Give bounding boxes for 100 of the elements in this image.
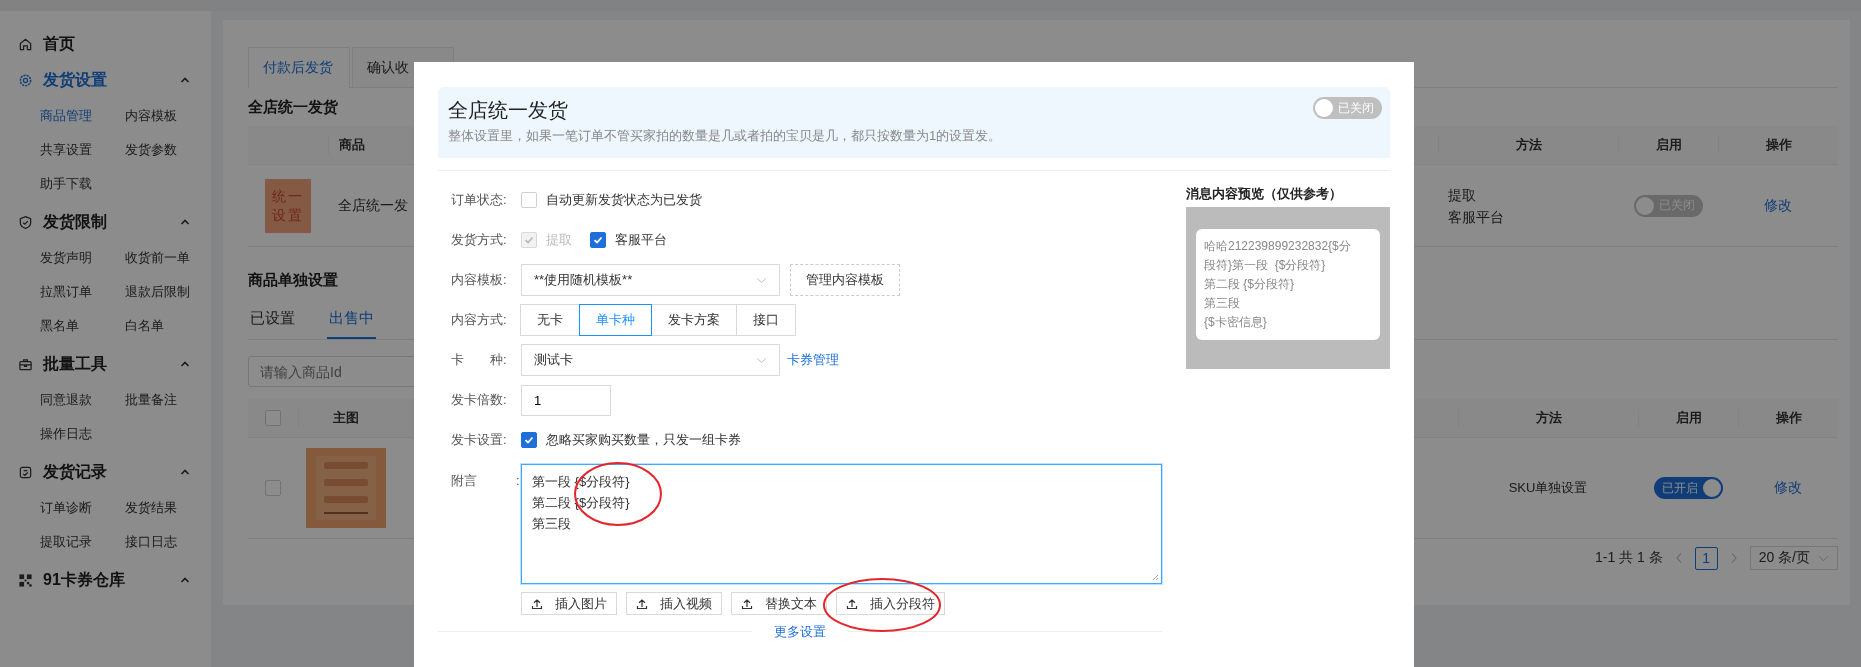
nav-item[interactable]: 发货结果 xyxy=(125,491,210,525)
chevron-icon xyxy=(180,77,190,83)
table-cell-text: SKU单独设置 xyxy=(1507,479,1589,497)
preview-line: {$卡密信息} xyxy=(1204,314,1268,331)
field-label: 内容方式: xyxy=(451,311,508,329)
insert-button[interactable]: 插入视频 xyxy=(626,592,722,615)
checkbox-label: 自动更新发货状态为已发货 xyxy=(546,191,702,209)
checkmark-icon xyxy=(592,234,604,246)
checkmark-icon xyxy=(523,234,535,246)
nav-item[interactable]: 拉黑订单 xyxy=(40,275,125,309)
page-size-select[interactable]: 20 条/页 xyxy=(1749,546,1838,570)
nav-section[interactable]: 91卡券仓库 xyxy=(0,565,190,595)
select-field[interactable]: **使用随机模板** xyxy=(521,264,780,296)
nav-item[interactable]: 白名单 xyxy=(125,309,210,343)
nav-section[interactable]: 首页 xyxy=(0,29,190,59)
tab[interactable]: 出售中 xyxy=(327,299,376,339)
nav-section[interactable]: 发货限制 xyxy=(0,207,190,237)
gear-icon xyxy=(18,72,33,88)
nav-item[interactable]: 发货参数 xyxy=(125,133,210,167)
toolbox-icon xyxy=(18,356,33,372)
field-label: 订单状态: xyxy=(451,191,508,209)
previous-page-icon[interactable] xyxy=(1674,552,1683,564)
more-settings-link[interactable]: 更多设置 xyxy=(752,623,848,641)
column-header: 启用 xyxy=(1638,409,1738,427)
nav-item[interactable]: 内容模板 xyxy=(125,99,210,133)
segment-button[interactable]: 发卡方案 xyxy=(651,304,737,336)
table-cell-text: 客服平台 xyxy=(1448,207,1505,226)
number-field[interactable]: 1 xyxy=(521,384,611,416)
preview-line: 哈哈212239899232832{$分 xyxy=(1204,238,1352,255)
section-heading: 全店统一发货 xyxy=(248,96,338,117)
checkbox[interactable] xyxy=(521,432,537,448)
preview-title: 消息内容预览（仅供参考） xyxy=(1186,185,1343,203)
resize-grip-icon xyxy=(1151,573,1159,581)
segment-button[interactable]: 无卡 xyxy=(520,304,580,336)
home-icon xyxy=(18,36,33,52)
nav-item[interactable]: 收货前一单 xyxy=(125,241,210,275)
segment-button[interactable]: 接口 xyxy=(736,304,796,336)
insert-button[interactable]: 插入分段符 xyxy=(836,592,945,615)
nav-item[interactable]: 共享设置 xyxy=(40,133,125,167)
dialog-title: 全店统一发货 xyxy=(448,98,569,123)
select-field[interactable]: 测试卡 xyxy=(521,344,780,376)
preview-line: 段符}第一段 {$分段符} xyxy=(1204,257,1327,274)
upload-icon xyxy=(741,597,753,610)
nav-section[interactable]: 发货记录 xyxy=(0,457,190,487)
page-button[interactable]: 1 xyxy=(1694,546,1718,570)
preview-line: 第二段 {$分段符} xyxy=(1204,276,1296,293)
nav-item[interactable]: 商品管理 xyxy=(40,99,125,133)
nav-item[interactable]: 操作日志 xyxy=(40,417,125,451)
qr-code-icon xyxy=(18,572,33,588)
edit-link[interactable]: 修改 xyxy=(1774,479,1802,497)
nav-item[interactable]: 黑名单 xyxy=(40,309,125,343)
field-label: 发货方式: xyxy=(451,231,508,249)
segment-button[interactable]: 单卡种 xyxy=(579,304,652,336)
column-header: 方法 xyxy=(1458,409,1638,427)
column-header: 主图 xyxy=(298,409,393,427)
checkbox-label: 客服平台 xyxy=(615,231,667,249)
table-cell-text: 提取 xyxy=(1448,185,1477,204)
chevron-icon xyxy=(180,219,190,225)
nav-item[interactable]: 批量备注 xyxy=(125,383,210,417)
tab[interactable]: 已设置 xyxy=(248,299,297,339)
pagination-summary: 1-1 共 1 条 xyxy=(1594,549,1663,567)
insert-button[interactable]: 插入图片 xyxy=(521,592,617,615)
checkbox-label: 忽略买家购买数量，只发一组卡券 xyxy=(546,431,741,449)
nav-item[interactable]: 同意退款 xyxy=(40,383,125,417)
upload-icon xyxy=(531,597,543,610)
edit-link[interactable]: 修改 xyxy=(1764,196,1792,215)
nav-section[interactable]: 批量工具 xyxy=(0,349,190,379)
nav-item[interactable]: 接口日志 xyxy=(125,525,210,559)
upload-icon xyxy=(846,597,858,610)
field-label: 内容模板: xyxy=(451,271,508,289)
toggle-switch[interactable]: 已开启 xyxy=(1653,477,1723,499)
field-label: 附言 : xyxy=(451,472,521,490)
next-page-icon[interactable] xyxy=(1729,552,1738,564)
column-header: 操作 xyxy=(1738,409,1838,427)
nav-item[interactable]: 退款后限制 xyxy=(125,275,210,309)
field-label: 发卡设置: xyxy=(451,431,508,449)
nav-item[interactable]: 订单诊断 xyxy=(40,491,125,525)
tab[interactable]: 付款后发货 xyxy=(248,47,350,88)
nav-item[interactable]: 发货声明 xyxy=(40,241,125,275)
column-header: 方法 xyxy=(1438,136,1618,154)
chevron-icon xyxy=(180,577,190,583)
chevron-icon xyxy=(180,469,190,475)
manage-link[interactable]: 卡券管理 xyxy=(787,351,839,369)
table-cell: 全店统一发 xyxy=(338,196,408,215)
nav-item[interactable]: 助手下载 xyxy=(40,167,125,201)
column-header: 操作 xyxy=(1718,136,1838,154)
manage-button[interactable]: 管理内容模板 xyxy=(790,264,900,296)
nav-item[interactable]: 提取记录 xyxy=(40,525,125,559)
checkbox[interactable] xyxy=(590,232,606,248)
clipboard-icon xyxy=(18,464,33,480)
chevron-icon xyxy=(180,361,190,367)
field-label: 发卡倍数: xyxy=(451,391,508,409)
shield-icon xyxy=(18,214,33,230)
section-heading: 商品单独设置 xyxy=(248,269,338,290)
checkmark-icon xyxy=(523,434,535,446)
column-header: 启用 xyxy=(1618,136,1718,154)
nav-section[interactable]: 发货设置 xyxy=(0,65,190,95)
upload-icon xyxy=(636,597,648,610)
checkbox-label: 提取 xyxy=(546,231,572,249)
preview-line: 第三段 xyxy=(1204,295,1241,312)
